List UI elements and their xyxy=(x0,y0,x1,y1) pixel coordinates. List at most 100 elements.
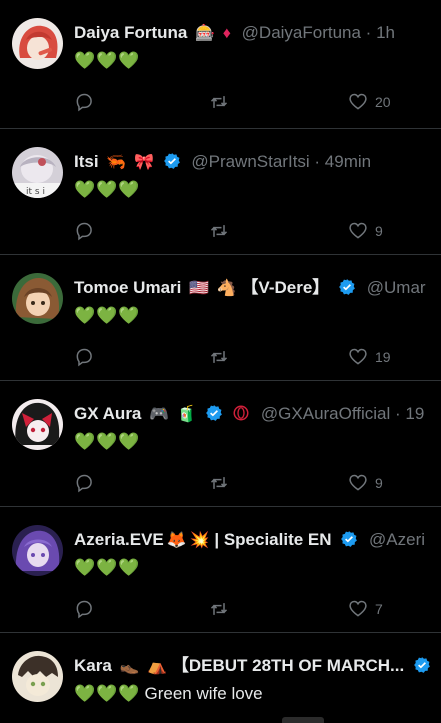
green-hearts: 💚💚💚 xyxy=(74,51,141,70)
like-button[interactable]: 20 xyxy=(348,92,391,112)
tweet-text: 💚💚💚 xyxy=(74,431,141,453)
like-button[interactable]: 7 xyxy=(348,599,383,619)
name-emoji: 🎀 xyxy=(133,154,154,171)
retweet-button[interactable] xyxy=(209,221,229,241)
reply-button[interactable] xyxy=(74,473,94,493)
tweet-actions: 9 xyxy=(74,221,441,241)
tweet-message: Green wife love xyxy=(144,684,263,703)
heart-icon xyxy=(349,474,367,491)
name-emoji: 🧃 xyxy=(176,406,197,423)
svg-text:it s i: it s i xyxy=(26,187,45,197)
heart-icon xyxy=(349,222,367,239)
name-emoji: 🦊 xyxy=(166,532,187,549)
like-count: 9 xyxy=(375,475,383,491)
reply-icon xyxy=(76,93,92,112)
handle-and-time[interactable]: @Azeri xyxy=(369,530,425,549)
scroll-handle[interactable] xyxy=(282,717,324,723)
reply-button[interactable] xyxy=(74,347,94,367)
verified-badge-icon xyxy=(205,404,223,427)
verified-badge-icon xyxy=(338,278,356,301)
verified-badge-icon xyxy=(340,530,358,553)
display-name-suffix: 【DEBUT 28TH OF MARCH... xyxy=(171,656,405,675)
avatar[interactable] xyxy=(12,273,63,324)
reply-icon xyxy=(76,600,92,619)
name-emoji: 🐴 xyxy=(216,280,237,297)
tweet[interactable]: Daiya Fortuna 🎰 ♦ @DaiyaFortuna · 1h 💚💚💚… xyxy=(0,0,441,129)
heart-icon xyxy=(349,600,367,617)
reply-icon xyxy=(76,222,92,241)
display-name-suffix: 【V-Dere】 xyxy=(241,278,330,297)
green-hearts: 💚💚💚 xyxy=(74,180,141,199)
green-hearts: 💚💚💚 xyxy=(74,306,141,325)
name-emoji: 🎰 xyxy=(195,25,216,42)
tweet-text: 💚💚💚 Green wife love xyxy=(74,683,263,705)
display-name[interactable]: Kara xyxy=(74,656,112,675)
avatar[interactable] xyxy=(12,525,63,576)
tweet[interactable]: GX Aura 🎮 🧃 @GXAuraOfficial · 19 💚💚💚 9 xyxy=(0,381,441,507)
avatar[interactable] xyxy=(12,651,63,702)
name-emoji: 🦐 xyxy=(106,154,127,171)
retweet-icon xyxy=(210,96,228,108)
reply-button[interactable] xyxy=(74,221,94,241)
heart-icon xyxy=(349,93,367,110)
name-emoji: 👞 xyxy=(119,658,140,675)
name-emoji: ⛺ xyxy=(147,658,168,675)
retweet-icon xyxy=(210,477,228,489)
verified-badge-icon xyxy=(163,152,181,175)
like-count: 19 xyxy=(375,349,391,365)
like-count: 7 xyxy=(375,601,383,617)
tweet-actions: 7 xyxy=(74,599,441,619)
heart-icon xyxy=(349,348,367,365)
retweet-button[interactable] xyxy=(209,347,229,367)
retweet-button[interactable] xyxy=(209,473,229,493)
tweet[interactable]: Azeria.EVE 🦊 💥 | Specialite EN @Azeri 💚💚💚 … xyxy=(0,507,441,633)
like-button[interactable]: 9 xyxy=(348,473,383,493)
avatar[interactable] xyxy=(12,18,63,69)
display-name-suffix: | Specialite EN xyxy=(214,530,332,549)
handle-and-time[interactable]: @Umar xyxy=(367,278,426,297)
green-hearts: 💚💚💚 xyxy=(74,558,141,577)
retweet-icon xyxy=(210,225,228,237)
reply-button[interactable] xyxy=(74,92,94,112)
handle-and-time[interactable]: @DaiyaFortuna · 1h xyxy=(242,23,395,42)
display-name[interactable]: GX Aura xyxy=(74,404,141,423)
retweet-icon xyxy=(210,603,228,615)
display-name[interactable]: Itsi xyxy=(74,152,99,171)
reply-icon xyxy=(76,474,92,493)
retweet-button[interactable] xyxy=(209,599,229,619)
display-name[interactable]: Daiya Fortuna xyxy=(74,23,187,42)
timeline-feed: Daiya Fortuna 🎰 ♦ @DaiyaFortuna · 1h 💚💚💚… xyxy=(0,0,441,723)
like-button[interactable]: 9 xyxy=(348,221,383,241)
tweet-text: 💚💚💚 xyxy=(74,50,141,72)
avatar[interactable]: it s i xyxy=(12,147,63,198)
tweet[interactable]: Tomoe Umari 🇺🇸 🐴 【V-Dere】 @Umar 💚💚💚 19 xyxy=(0,255,441,381)
green-hearts: 💚💚💚 xyxy=(74,684,141,703)
reply-button[interactable] xyxy=(74,599,94,619)
tweet-text: 💚💚💚 xyxy=(74,305,141,327)
green-hearts: 💚💚💚 xyxy=(74,432,141,451)
name-emoji: 🎮 xyxy=(149,406,170,423)
display-name[interactable]: Azeria.EVE xyxy=(74,530,164,549)
display-name[interactable]: Tomoe Umari xyxy=(74,278,181,297)
tweet[interactable]: Kara 👞 ⛺ 【DEBUT 28TH OF MARCH... 💚💚💚 Gree… xyxy=(0,633,441,723)
like-count: 20 xyxy=(375,94,391,110)
tweet-text: 💚💚💚 xyxy=(74,179,141,201)
name-emoji: 🇺🇸 xyxy=(189,280,210,297)
retweet-icon xyxy=(210,351,228,363)
tweet-actions: 20 xyxy=(74,92,441,112)
handle-and-time[interactable]: @PrawnStarItsi · 49min xyxy=(191,152,371,171)
name-emoji: ♦ xyxy=(222,25,231,42)
reply-icon xyxy=(76,348,92,367)
tweet-actions: 9 xyxy=(74,473,441,493)
tweet-text: 💚💚💚 xyxy=(74,557,141,579)
handle-and-time[interactable]: @GXAuraOfficial · 19 xyxy=(261,404,424,423)
tweet[interactable]: it s i Itsi 🦐 🎀 @PrawnStarItsi · 49min 💚… xyxy=(0,129,441,255)
retweet-button[interactable] xyxy=(209,92,229,112)
name-emoji: 💥 xyxy=(189,532,210,549)
tweet-actions: 19 xyxy=(74,347,441,367)
like-button[interactable]: 19 xyxy=(348,347,391,367)
verified-badge-icon xyxy=(413,656,431,679)
affiliate-badge-icon xyxy=(232,404,250,427)
like-count: 9 xyxy=(375,223,383,239)
avatar[interactable] xyxy=(12,399,63,450)
